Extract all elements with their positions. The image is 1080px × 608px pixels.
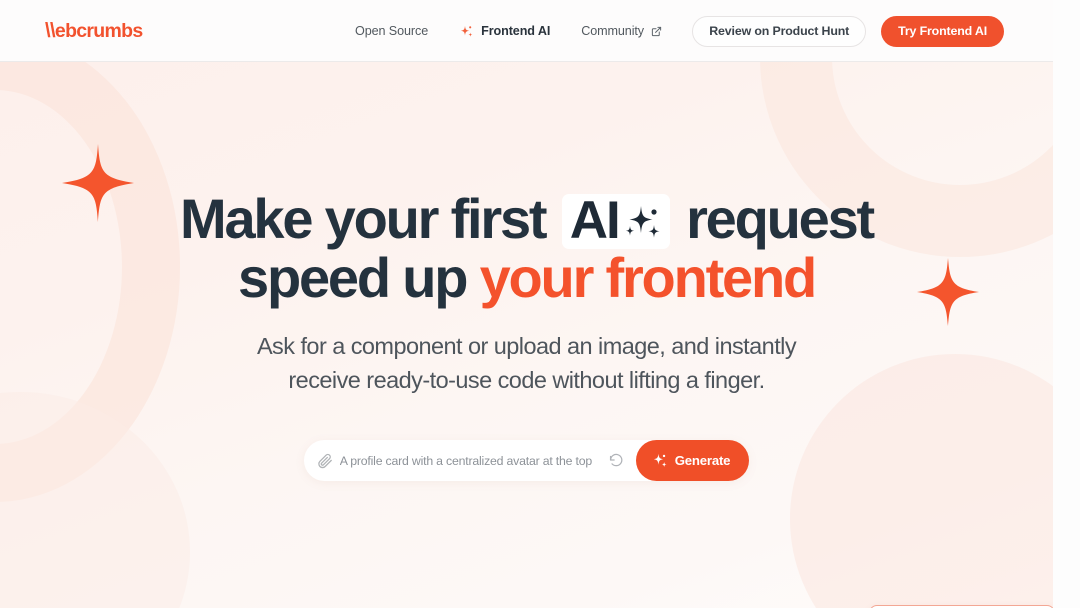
ai-badge-label: AI bbox=[569, 191, 621, 250]
vertical-scrollbar[interactable] bbox=[1053, 0, 1080, 608]
review-on-product-hunt-button[interactable]: Review on Product Hunt bbox=[692, 15, 867, 47]
headline-line2-plain: speed up bbox=[238, 246, 468, 309]
nav-item-label: Community bbox=[581, 24, 645, 38]
generate-button-label: Generate bbox=[674, 453, 731, 468]
prompt-row: Generate bbox=[0, 440, 1053, 481]
subtitle-line-1: Ask for a component or upload an image, … bbox=[256, 333, 797, 359]
nav-item-label: Frontend AI bbox=[481, 24, 551, 38]
site-header: \\ ebcrumbs Open Source Frontend AI Commu… bbox=[0, 0, 1053, 62]
nav-item-community[interactable]: Community bbox=[581, 24, 662, 38]
external-link-icon bbox=[651, 26, 662, 36]
headline-line1-after: request bbox=[686, 187, 875, 250]
sparkles-icon bbox=[625, 206, 660, 238]
page-title: Make your first AI request speed up your… bbox=[0, 190, 1053, 306]
sparkles-icon bbox=[653, 453, 667, 468]
nav-item-label: Open Source bbox=[355, 24, 429, 38]
prompt-bar: Generate bbox=[303, 440, 750, 481]
logo-wordmark: ebcrumbs bbox=[54, 20, 143, 42]
nav-item-open-source[interactable]: Open Source bbox=[355, 24, 428, 38]
try-frontend-ai-button[interactable]: Try Frontend AI bbox=[881, 15, 1004, 47]
generate-button[interactable]: Generate bbox=[635, 440, 750, 481]
header-actions: Review on Product Hunt Try Frontend AI bbox=[692, 0, 1004, 62]
subtitle-line-2: receive ready-to-use code without liftin… bbox=[288, 367, 765, 393]
headline-line1-before: Make your first bbox=[180, 187, 548, 250]
logo-mark-icon: \\ bbox=[45, 20, 56, 42]
hero-content: Make your first AI request speed up your… bbox=[0, 62, 1053, 608]
browser-viewport: Make your first AI request speed up your… bbox=[0, 0, 1053, 608]
page-root: Make your first AI request speed up your… bbox=[0, 0, 1080, 608]
hero-section: Make your first AI request speed up your… bbox=[0, 62, 1053, 608]
prompt-input[interactable] bbox=[339, 453, 603, 468]
page-subtitle: Ask for a component or upload an image, … bbox=[0, 329, 1053, 397]
main-navigation: Open Source Frontend AI Community bbox=[355, 0, 662, 62]
headline-line2-accent: your frontend bbox=[479, 246, 818, 309]
reset-icon[interactable] bbox=[609, 453, 624, 468]
site-logo[interactable]: \\ ebcrumbs bbox=[45, 20, 143, 43]
paperclip-icon[interactable] bbox=[317, 453, 333, 469]
nav-item-frontend-ai[interactable]: Frontend AI bbox=[459, 24, 550, 39]
sparkles-icon bbox=[461, 25, 473, 37]
ai-badge: AI bbox=[561, 191, 670, 250]
